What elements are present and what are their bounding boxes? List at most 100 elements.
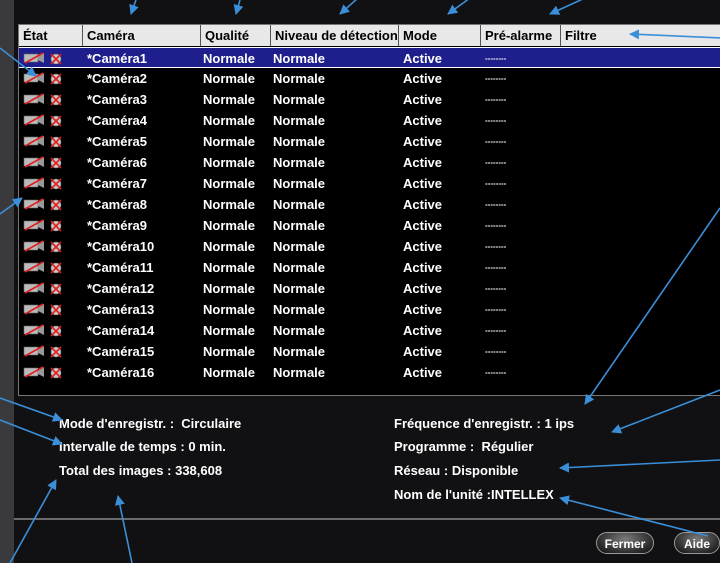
camera-name: *Caméra1: [87, 51, 147, 66]
alarm-icon: [50, 283, 62, 295]
camera-icon: [23, 198, 44, 210]
table-row[interactable]: *Caméra11 Normale Normale Active --------: [19, 257, 720, 278]
column-header-quality[interactable]: Qualité: [201, 25, 271, 46]
camera-name: *Caméra16: [87, 365, 155, 380]
detection-value: Normale: [273, 71, 326, 86]
table-row[interactable]: *Caméra2 Normale Normale Active --------: [19, 68, 720, 89]
state-cell: [23, 93, 65, 106]
detection-value: Normale: [273, 155, 326, 170]
quality-value: Normale: [203, 134, 256, 149]
quality-value: Normale: [203, 323, 256, 338]
prealarm-value: --------: [485, 263, 507, 272]
camera-icon: [23, 114, 44, 126]
state-cell: [23, 198, 65, 211]
table-row[interactable]: *Caméra15 Normale Normale Active --------: [19, 341, 720, 362]
state-cell: [23, 177, 65, 190]
table-row[interactable]: *Caméra7 Normale Normale Active --------: [19, 173, 720, 194]
detection-value: Normale: [273, 176, 326, 191]
camera-icon: [23, 177, 44, 189]
camera-icon: [23, 345, 44, 357]
detection-value: Normale: [273, 302, 326, 317]
camera-name: *Caméra9: [87, 218, 147, 233]
camera-icon: [23, 93, 44, 105]
alarm-icon: [50, 262, 62, 274]
close-button[interactable]: Fermer: [596, 532, 654, 554]
camera-name: *Caméra3: [87, 92, 147, 107]
column-header-detection[interactable]: Niveau de détection: [271, 25, 399, 46]
detection-value: Normale: [273, 239, 326, 254]
total-images-value: 338,608: [175, 463, 223, 478]
mode-value: Active: [403, 113, 443, 128]
table-row[interactable]: *Caméra14 Normale Normale Active --------: [19, 320, 720, 341]
column-header-state[interactable]: État: [19, 25, 83, 46]
alarm-icon: [50, 53, 62, 65]
quality-value: Normale: [203, 51, 256, 66]
quality-value: Normale: [203, 365, 256, 380]
recording-mode-label: Mode d'enregistr. :: [59, 416, 175, 431]
prealarm-value: --------: [485, 74, 507, 83]
mode-value: Active: [403, 365, 443, 380]
detection-value: Normale: [273, 281, 326, 296]
table-row[interactable]: *Caméra16 Normale Normale Active --------: [19, 362, 720, 383]
mode-value: Active: [403, 92, 443, 107]
table-row[interactable]: *Caméra12 Normale Normale Active --------: [19, 278, 720, 299]
prealarm-value: --------: [485, 368, 507, 377]
table-row[interactable]: *Caméra8 Normale Normale Active --------: [19, 194, 720, 215]
camera-name: *Caméra11: [87, 260, 154, 275]
mode-value: Active: [403, 302, 443, 317]
table-row[interactable]: *Caméra10 Normale Normale Active --------: [19, 236, 720, 257]
mode-value: Active: [403, 260, 443, 275]
table-row[interactable]: *Caméra3 Normale Normale Active --------: [19, 89, 720, 110]
quality-value: Normale: [203, 302, 256, 317]
camera-name: *Caméra2: [87, 71, 147, 86]
column-header-prealarm[interactable]: Pré-alarme: [481, 25, 561, 46]
prealarm-value: --------: [485, 221, 507, 230]
mode-value: Active: [403, 239, 443, 254]
state-cell: [23, 303, 65, 316]
detection-value: Normale: [273, 218, 326, 233]
alarm-icon: [50, 199, 62, 211]
detection-value: Normale: [273, 344, 326, 359]
column-header-mode[interactable]: Mode: [399, 25, 481, 46]
alarm-icon: [50, 178, 62, 190]
mode-value: Active: [403, 281, 443, 296]
alarm-icon: [50, 325, 62, 337]
mode-value: Active: [403, 176, 443, 191]
time-interval-label: Intervalle de temps :: [59, 439, 185, 454]
alarm-icon: [50, 304, 62, 316]
column-header-filter[interactable]: Filtre: [561, 25, 720, 46]
time-interval: Intervalle de temps : 0 min.: [59, 439, 226, 454]
table-row[interactable]: *Caméra6 Normale Normale Active --------: [19, 152, 720, 173]
mode-value: Active: [403, 51, 443, 66]
prealarm-value: --------: [485, 242, 507, 251]
alarm-icon: [50, 241, 62, 253]
prealarm-value: --------: [485, 347, 507, 356]
table-row[interactable]: *Caméra1 Normale Normale Active --------: [19, 47, 720, 68]
recording-frequency: Fréquence d'enregistr. : 1 ips: [394, 416, 574, 431]
table-row[interactable]: *Caméra9 Normale Normale Active --------: [19, 215, 720, 236]
quality-value: Normale: [203, 197, 256, 212]
prealarm-value: --------: [485, 200, 507, 209]
table-row[interactable]: *Caméra13 Normale Normale Active --------: [19, 299, 720, 320]
alarm-icon: [50, 220, 62, 232]
state-cell: [23, 52, 65, 65]
detection-value: Normale: [273, 134, 326, 149]
quality-value: Normale: [203, 155, 256, 170]
alarm-icon: [50, 346, 62, 358]
state-cell: [23, 114, 65, 127]
table-row[interactable]: *Caméra5 Normale Normale Active --------: [19, 131, 720, 152]
help-button[interactable]: Aide: [674, 532, 720, 554]
camera-icon: [23, 72, 44, 84]
camera-icon: [23, 303, 44, 315]
prealarm-value: --------: [485, 95, 507, 104]
column-header-camera[interactable]: Caméra: [83, 25, 201, 46]
prealarm-value: --------: [485, 179, 507, 188]
alarm-icon: [50, 94, 62, 106]
camera-icon: [23, 156, 44, 168]
quality-value: Normale: [203, 260, 256, 275]
table-row[interactable]: *Caméra4 Normale Normale Active --------: [19, 110, 720, 131]
alarm-icon: [50, 157, 62, 169]
network-status: Réseau : Disponible: [394, 463, 518, 478]
camera-name: *Caméra7: [87, 176, 147, 191]
mode-value: Active: [403, 155, 443, 170]
